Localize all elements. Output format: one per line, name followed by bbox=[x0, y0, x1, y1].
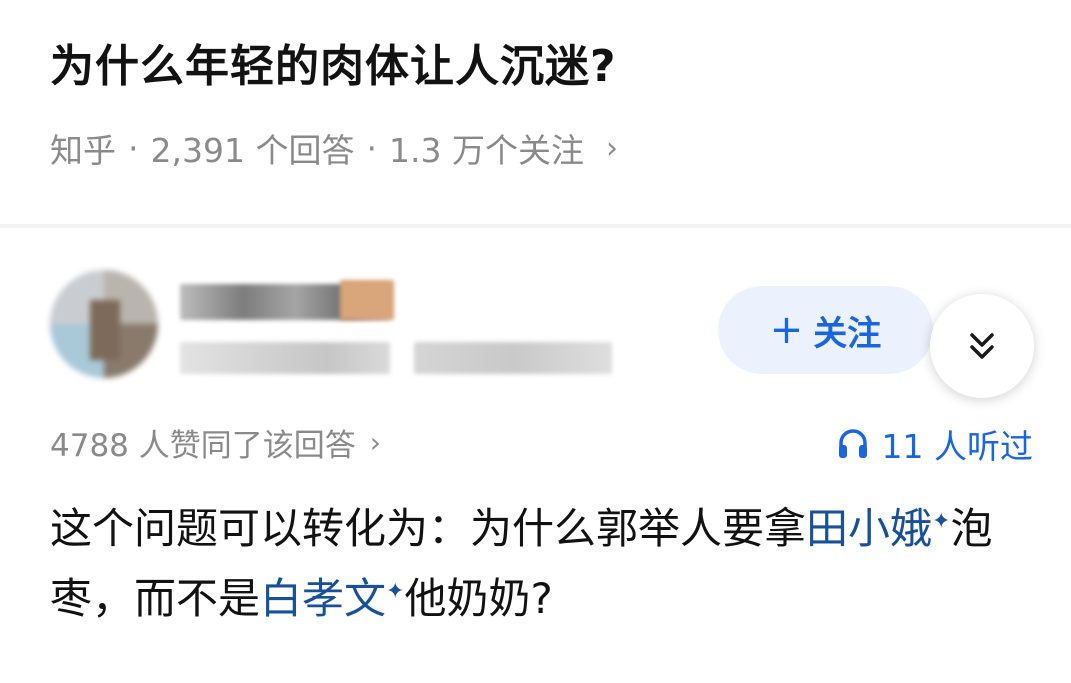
sparkle-icon: ✦ bbox=[386, 579, 405, 604]
followers-count: 1.3 万个关注 bbox=[388, 131, 584, 170]
answer-part: 他奶奶? bbox=[404, 574, 553, 623]
section-divider bbox=[0, 224, 1071, 228]
upvote-summary[interactable]: 4788 人赞同了该回答 › bbox=[50, 420, 381, 465]
author-bio-blurred bbox=[414, 342, 612, 374]
author-bio-blurred bbox=[180, 342, 390, 374]
sparkle-icon: ✦ bbox=[932, 509, 951, 534]
listen-button[interactable]: 11 人听过 bbox=[836, 420, 1033, 468]
chevron-right-icon: › bbox=[369, 426, 381, 459]
headphones-icon bbox=[838, 429, 867, 458]
answers-count: 2,391 个回答 bbox=[150, 131, 355, 170]
plus-icon: + bbox=[769, 307, 804, 353]
entity-link-baixiaowen[interactable]: 白孝文 bbox=[260, 574, 386, 623]
listeners-count: 11 人听过 bbox=[881, 427, 1033, 466]
question-title[interactable]: 为什么年轻的肉体让人沉迷? bbox=[50, 30, 617, 94]
meta-separator: · bbox=[366, 128, 377, 168]
follow-button[interactable]: + 关注 bbox=[718, 286, 933, 374]
upvote-count: 4788 人赞同了该回答 bbox=[50, 428, 356, 464]
question-meta[interactable]: 知乎 · 2,391 个回答 · 1.3 万个关注 › bbox=[50, 124, 618, 172]
expand-button[interactable] bbox=[930, 294, 1034, 398]
avatar[interactable] bbox=[50, 270, 158, 378]
entity-link-tianxiaoe[interactable]: 田小娥 bbox=[806, 504, 932, 553]
source-label: 知乎 bbox=[50, 131, 116, 170]
meta-separator: · bbox=[128, 128, 139, 168]
author-badge-blurred bbox=[340, 280, 394, 320]
double-chevron-down-icon bbox=[970, 333, 994, 359]
follow-label: 关注 bbox=[813, 313, 882, 354]
answer-text[interactable]: 这个问题可以转化为：为什么郭举人要拿田小娥✦泡枣，而不是白孝文✦他奶奶? bbox=[50, 494, 1040, 634]
chevron-right-icon: › bbox=[605, 130, 618, 166]
answer-part: 这个问题可以转化为：为什么郭举人要拿 bbox=[50, 504, 807, 553]
